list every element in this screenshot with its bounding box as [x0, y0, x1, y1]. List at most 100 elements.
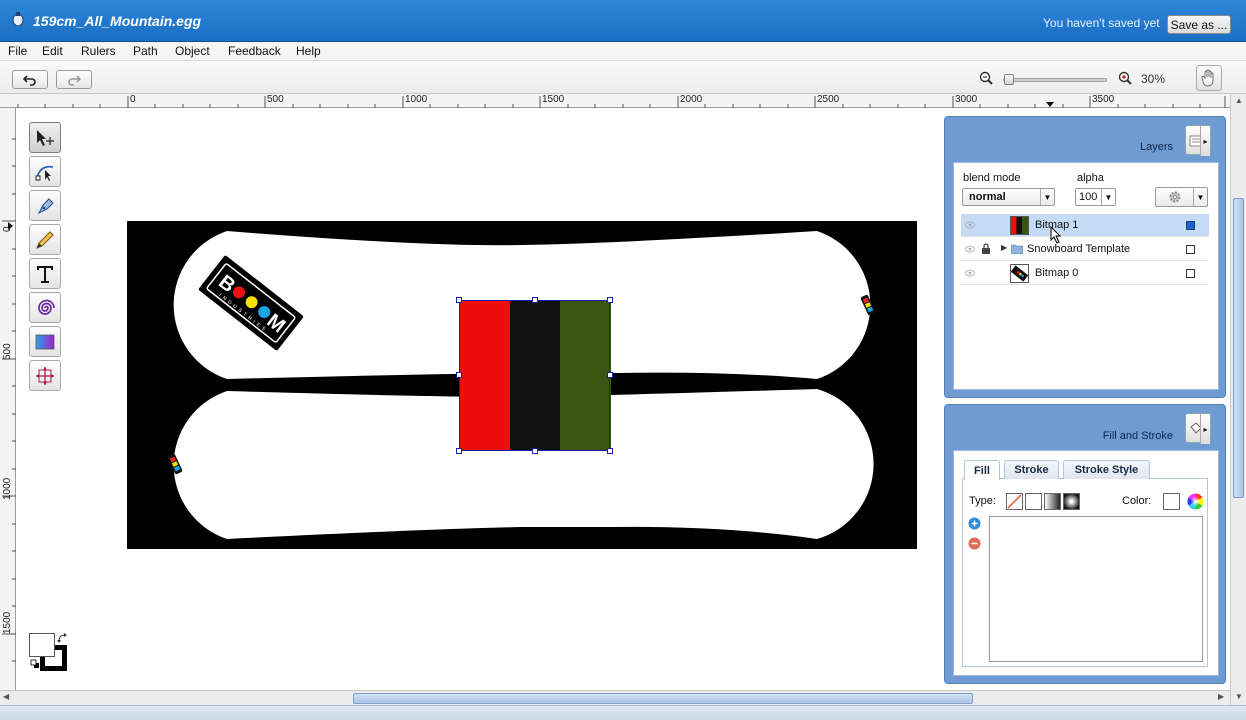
blend-mode-value: normal [969, 191, 1006, 203]
selection-tool-button[interactable] [29, 122, 61, 153]
layer-row-bitmap-0[interactable]: Bitmap 0 [961, 262, 1209, 285]
tab-stroke[interactable]: Stroke [1004, 460, 1059, 479]
tab-fill[interactable]: Fill [964, 460, 1000, 480]
ruler-label: 2500 [817, 94, 840, 105]
horizontal-ruler: 0 500 1000 1500 2000 2500 3000 3500 [0, 94, 1230, 108]
scroll-left-icon[interactable]: ◀ [3, 692, 9, 701]
menu-path[interactable]: Path [133, 44, 158, 58]
node-edit-tool-button[interactable] [29, 156, 61, 187]
menu-feedback[interactable]: Feedback [228, 44, 281, 58]
fill-stroke-panel-menu-button[interactable]: ▸ [1185, 413, 1211, 444]
fill-color-swatch[interactable] [29, 633, 55, 657]
fill-list-area[interactable] [989, 516, 1203, 662]
tab-stroke-style[interactable]: Stroke Style [1063, 460, 1150, 479]
alpha-select[interactable]: 100 ▼ [1075, 188, 1116, 206]
layer-thumbnail [1010, 264, 1029, 283]
ruler-label: 500 [2, 343, 13, 360]
hand-tool-button[interactable] [1196, 65, 1222, 91]
add-fill-icon[interactable] [968, 517, 981, 530]
title-bar: 159cm_All_Mountain.egg You haven't saved… [0, 0, 1246, 42]
vertical-scroll-thumb[interactable] [1233, 198, 1244, 498]
text-tool-button[interactable] [29, 258, 61, 289]
swap-colors-icon[interactable] [57, 632, 69, 644]
scroll-down-icon[interactable]: ▼ [1235, 692, 1243, 701]
menu-file[interactable]: File [8, 44, 27, 58]
no-fill-icon [1007, 494, 1022, 509]
horizontal-scrollbar[interactable]: ◀ ▶ [0, 690, 1230, 705]
gear-icon [1169, 191, 1181, 203]
zoom-in-icon[interactable] [1118, 71, 1132, 85]
zoom-slider-track[interactable] [1003, 78, 1107, 82]
resize-handle-w[interactable] [456, 372, 462, 378]
layers-panel-title: Layers [1139, 141, 1173, 153]
gradient-tool-button[interactable] [29, 326, 61, 357]
default-colors-icon[interactable] [30, 659, 40, 669]
zoom-out-icon[interactable] [979, 71, 993, 85]
ruler-label: 500 [267, 94, 284, 105]
resize-handle-e[interactable] [607, 372, 613, 378]
zoom-slider-thumb[interactable] [1004, 74, 1014, 85]
eye-icon[interactable] [965, 244, 975, 254]
layer-select-checkbox[interactable] [1186, 269, 1195, 278]
layer-name: Snowboard Template [1027, 243, 1131, 255]
resize-handle-sw[interactable] [456, 448, 462, 454]
undo-icon [23, 74, 36, 86]
layer-row-bitmap-1[interactable]: Bitmap 1 [961, 214, 1209, 237]
eye-icon[interactable] [965, 220, 975, 230]
remove-fill-icon[interactable] [968, 537, 981, 550]
blend-mode-label: blend mode [963, 172, 1021, 184]
bottom-status-bar [0, 705, 1246, 720]
spiral-tool-icon [38, 299, 55, 315]
layers-panel-menu-button[interactable]: ▸ [1185, 125, 1211, 156]
resize-handle-nw[interactable] [456, 297, 462, 303]
menu-help[interactable]: Help [296, 44, 321, 58]
ruler-label: 1000 [405, 94, 428, 105]
node-edit-tool-icon [35, 165, 54, 181]
transform-tool-icon [36, 366, 54, 385]
pen-tool-button[interactable] [29, 190, 61, 221]
scroll-right-icon[interactable]: ▶ [1218, 692, 1224, 701]
fill-type-solid-button[interactable] [1025, 493, 1042, 510]
undo-button[interactable] [12, 70, 48, 89]
horizontal-scroll-thumb[interactable] [353, 693, 973, 704]
ruler-marker-icon [1046, 102, 1054, 107]
fill-type-linear-gradient-button[interactable] [1044, 493, 1061, 510]
spiral-tool-button[interactable] [29, 292, 61, 323]
fill-color-box[interactable] [1163, 493, 1180, 510]
layer-options-button[interactable]: ▼ [1155, 187, 1208, 207]
fill-type-none-button[interactable] [1006, 493, 1023, 510]
save-as-button[interactable]: Save as ... [1167, 15, 1231, 34]
resize-handle-s[interactable] [532, 448, 538, 454]
ruler-label: 2000 [680, 94, 703, 105]
layer-select-checkbox[interactable] [1186, 221, 1195, 230]
eye-icon[interactable] [965, 268, 975, 278]
redo-button[interactable] [56, 70, 92, 89]
resize-handle-se[interactable] [607, 448, 613, 454]
selection-bounding-box[interactable] [459, 300, 610, 451]
menu-edit[interactable]: Edit [42, 44, 63, 58]
menu-object[interactable]: Object [175, 44, 210, 58]
scroll-up-icon[interactable]: ▲ [1235, 96, 1243, 105]
layer-select-checkbox[interactable] [1186, 245, 1195, 254]
layer-row-snowboard-template[interactable]: ▶ Snowboard Template [961, 238, 1209, 261]
color-wheel-icon[interactable] [1187, 493, 1204, 510]
gradient-tool-icon [35, 334, 55, 349]
fill-type-radial-gradient-button[interactable] [1063, 493, 1080, 510]
save-status: You haven't saved yet [1043, 16, 1160, 30]
blend-mode-select[interactable]: normal ▼ [962, 188, 1055, 206]
selection-tool-icon [37, 129, 54, 146]
resize-handle-ne[interactable] [607, 297, 613, 303]
resize-handle-n[interactable] [532, 297, 538, 303]
app-icon [12, 12, 24, 26]
lock-icon[interactable] [981, 243, 991, 255]
ruler-label: 1500 [2, 611, 13, 634]
alpha-label: alpha [1077, 172, 1104, 184]
fill-color-label: Color: [1122, 495, 1152, 507]
expand-arrow-icon[interactable]: ▶ [1001, 243, 1007, 252]
ruler-label: 3500 [1092, 94, 1115, 105]
vertical-scrollbar[interactable]: ▲ ▼ [1230, 94, 1246, 705]
menu-rulers[interactable]: Rulers [81, 44, 116, 58]
pencil-tool-button[interactable] [29, 224, 61, 255]
text-tool-icon [37, 265, 53, 283]
transform-tool-button[interactable] [29, 360, 61, 391]
